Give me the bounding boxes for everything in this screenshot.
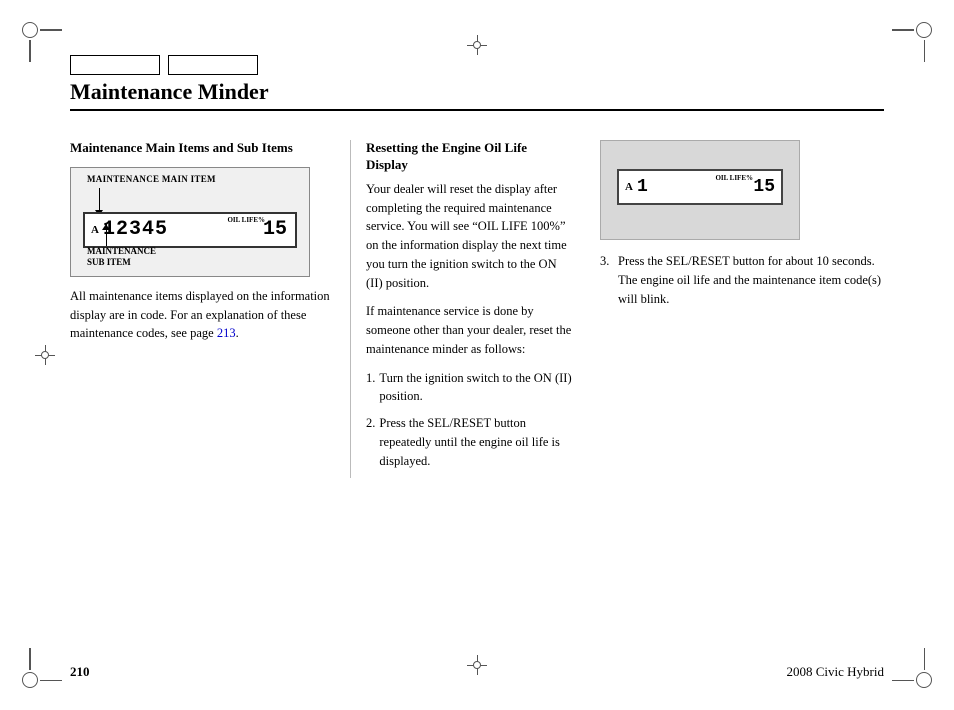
left-body-text-main: All maintenance items displayed on the i… <box>70 289 330 341</box>
corner-mark-tr <box>904 22 932 50</box>
step1-text: Turn the ignition switch to the ON (II) … <box>379 369 575 407</box>
header-box-2 <box>168 55 258 75</box>
mid-para1: Your dealer will reset the display after… <box>366 180 575 293</box>
step-2: 2. Press the SEL/RESET button repeatedly… <box>366 414 575 470</box>
oil-label-small: OIL LIFE% <box>715 174 753 182</box>
diag-display-a: A <box>91 224 99 236</box>
header-boxes <box>70 55 884 75</box>
footer: 210 2008 Civic Hybrid <box>70 664 884 680</box>
right-column: A 1 OIL LIFE% 15 3. Press the SEL/RESET … <box>590 140 884 478</box>
step-1: 1. Turn the ignition switch to the ON (I… <box>366 369 575 407</box>
left-section-title: Maintenance Main Items and Sub Items <box>70 140 330 157</box>
columns: Maintenance Main Items and Sub Items MAI… <box>70 140 884 478</box>
diag-display-15: 15 <box>263 218 287 241</box>
header-area: Maintenance Minder <box>70 55 884 111</box>
header-rule <box>70 109 884 111</box>
maintenance-diagram: MAINTENANCE MAIN ITEM A 12345 OIL LIFE% … <box>70 167 310 277</box>
corner-mark-tl <box>22 22 50 50</box>
left-column: Maintenance Main Items and Sub Items MAI… <box>70 140 350 478</box>
content-area: Maintenance Main Items and Sub Items MAI… <box>70 140 884 630</box>
left-body-text-end: . <box>236 326 239 340</box>
diag-arrow-bottom <box>106 224 107 246</box>
step3-text: Press the SEL/RESET button for about 10 … <box>618 254 881 306</box>
mid-column: Resetting the Engine Oil Life Display Yo… <box>350 140 590 478</box>
steps-list: 1. Turn the ignition switch to the ON (I… <box>366 369 575 471</box>
step2-num: 2. <box>366 414 375 470</box>
step2-text: Press the SEL/RESET button repeatedly un… <box>379 414 575 470</box>
corner-mark-bl <box>22 660 50 688</box>
diag-oil-label: OIL LIFE% <box>227 216 265 224</box>
diag-display: A 12345 OIL LIFE% 15 <box>83 212 297 248</box>
diag-bottom-label: MAINTENANCE SUB ITEM <box>87 246 156 268</box>
crosshair-top <box>467 35 487 55</box>
header-box-1 <box>70 55 160 75</box>
page-number: 210 <box>70 664 90 680</box>
mid-para2: If maintenance service is done by someon… <box>366 302 575 358</box>
oil-display-15: 15 <box>753 177 775 197</box>
oil-display-1: 1 <box>637 177 648 197</box>
step1-num: 1. <box>366 369 375 407</box>
footer-title: 2008 Civic Hybrid <box>787 664 885 680</box>
oil-display-a: A <box>625 181 633 193</box>
corner-mark-br <box>904 660 932 688</box>
mid-section-title: Resetting the Engine Oil Life Display <box>366 140 575 174</box>
oil-display-box: A 1 OIL LIFE% 15 <box>600 140 800 240</box>
step-3: 3. Press the SEL/RESET button for about … <box>600 252 884 308</box>
left-body-text: All maintenance items displayed on the i… <box>70 287 330 343</box>
crosshair-left <box>35 345 55 365</box>
page-link[interactable]: 213 <box>217 326 236 340</box>
diag-display-numbers: 12345 <box>103 218 168 241</box>
oil-inner-display: A 1 OIL LIFE% 15 <box>617 169 783 205</box>
page-title: Maintenance Minder <box>70 79 884 105</box>
step3-num: 3. <box>600 252 609 271</box>
diag-top-label: MAINTENANCE MAIN ITEM <box>87 174 216 184</box>
